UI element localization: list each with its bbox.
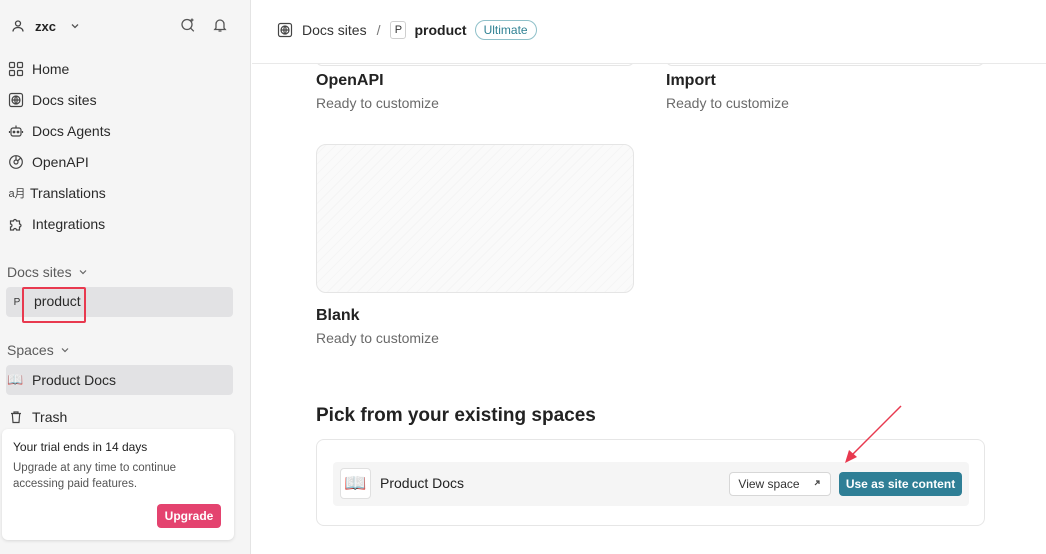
app-window: zxc Home Docs sites Docs Agents OpenAPI …	[0, 0, 1046, 554]
option-subtitle: Ready to customize	[316, 330, 439, 346]
space-row: 📖 Product Docs View space Use as site co…	[333, 462, 969, 506]
sidebar-item-label: Integrations	[32, 216, 106, 232]
agent-icon	[7, 123, 24, 140]
sidebar-top: zxc	[0, 14, 250, 42]
main-content: OpenAPI Ready to customize Import Ready …	[252, 64, 1046, 554]
trash-icon	[7, 409, 24, 426]
user-name: zxc	[35, 18, 56, 34]
sidebar-item-label: Product Docs	[32, 372, 117, 388]
sidebar-item-home[interactable]: Home	[6, 55, 233, 83]
sidebar-item-openapi[interactable]: OpenAPI	[6, 148, 233, 176]
book-icon: 📖	[340, 468, 371, 499]
chevron-down-icon	[78, 264, 88, 280]
upgrade-button[interactable]: Upgrade	[157, 504, 221, 528]
sidebar-item-label: OpenAPI	[32, 154, 89, 170]
sidebar-top-actions	[179, 16, 229, 34]
openapi-icon	[7, 154, 24, 171]
site-badge: P	[390, 21, 407, 39]
book-icon: 📖	[7, 372, 24, 387]
docs-sites-section-toggle[interactable]: Docs sites	[7, 264, 88, 280]
globe-icon	[276, 21, 294, 39]
sidebar-item-integrations[interactable]: Integrations	[6, 210, 233, 238]
option-title-openapi: OpenAPI	[316, 72, 384, 89]
puzzle-icon	[7, 216, 24, 233]
breadcrumb-separator: /	[376, 22, 381, 38]
spaces-section-toggle[interactable]: Spaces	[7, 342, 70, 358]
breadcrumb-current-site[interactable]: product	[414, 22, 466, 38]
sidebar-item-docs-agents[interactable]: Docs Agents	[6, 117, 233, 145]
home-icon	[7, 61, 24, 78]
sidebar-item-label: Docs Agents	[32, 123, 111, 139]
sidebar-item-docs-sites[interactable]: Docs sites	[6, 86, 233, 114]
view-space-button[interactable]: View space	[729, 472, 831, 496]
sidebar-item-trash[interactable]: Trash	[6, 403, 233, 431]
view-space-label: View space	[738, 477, 800, 491]
annotation-highlight-box	[22, 287, 86, 323]
option-title-import: Import	[666, 72, 716, 89]
chevron-down-icon	[70, 19, 80, 34]
breadcrumb: Docs sites / P product Ultimate	[276, 20, 537, 40]
chevron-down-icon	[60, 342, 70, 358]
plan-badge: Ultimate	[474, 20, 537, 40]
trial-title: Your trial ends in 14 days	[13, 440, 148, 454]
existing-spaces-heading: Pick from your existing spaces	[316, 405, 596, 426]
sidebar-item-translations[interactable]: a月 Translations	[6, 179, 233, 207]
option-title-blank: Blank	[316, 307, 360, 324]
use-as-site-content-button[interactable]: Use as site content	[839, 472, 962, 496]
top-bar: Docs sites / P product Ultimate	[252, 0, 1046, 64]
sidebar-item-label: Home	[32, 61, 70, 77]
sidebar-item-label: Trash	[32, 409, 68, 425]
openapi-card[interactable]	[316, 64, 634, 66]
sidebar-item-label: Docs sites	[32, 92, 97, 108]
user-icon	[9, 17, 27, 35]
external-link-icon	[812, 477, 822, 491]
globe-icon	[7, 92, 24, 109]
section-heading: Docs sites	[7, 264, 72, 280]
space-name: Product Docs	[380, 475, 465, 491]
blank-card[interactable]	[316, 144, 634, 293]
trial-text: Upgrade at any time to continue accessin…	[13, 462, 177, 490]
trial-card: Your trial ends in 14 days Upgrade at an…	[2, 429, 234, 540]
bell-icon[interactable]	[211, 16, 229, 34]
section-heading: Spaces	[7, 342, 54, 358]
option-subtitle: Ready to customize	[316, 95, 439, 111]
user-menu[interactable]: zxc	[9, 17, 80, 35]
translate-icon: a月	[8, 188, 26, 200]
sidebar-item-label: Translations	[30, 185, 106, 201]
import-card[interactable]	[666, 64, 984, 66]
option-subtitle: Ready to customize	[666, 95, 789, 111]
sidebar: zxc Home Docs sites Docs Agents OpenAPI …	[0, 0, 251, 554]
search-ai-icon[interactable]	[179, 16, 197, 34]
sidebar-item-product-docs[interactable]: 📖 Product Docs	[6, 365, 233, 395]
breadcrumb-docs-sites[interactable]: Docs sites	[302, 22, 367, 38]
existing-spaces-panel: 📖 Product Docs View space Use as site co…	[316, 439, 985, 526]
